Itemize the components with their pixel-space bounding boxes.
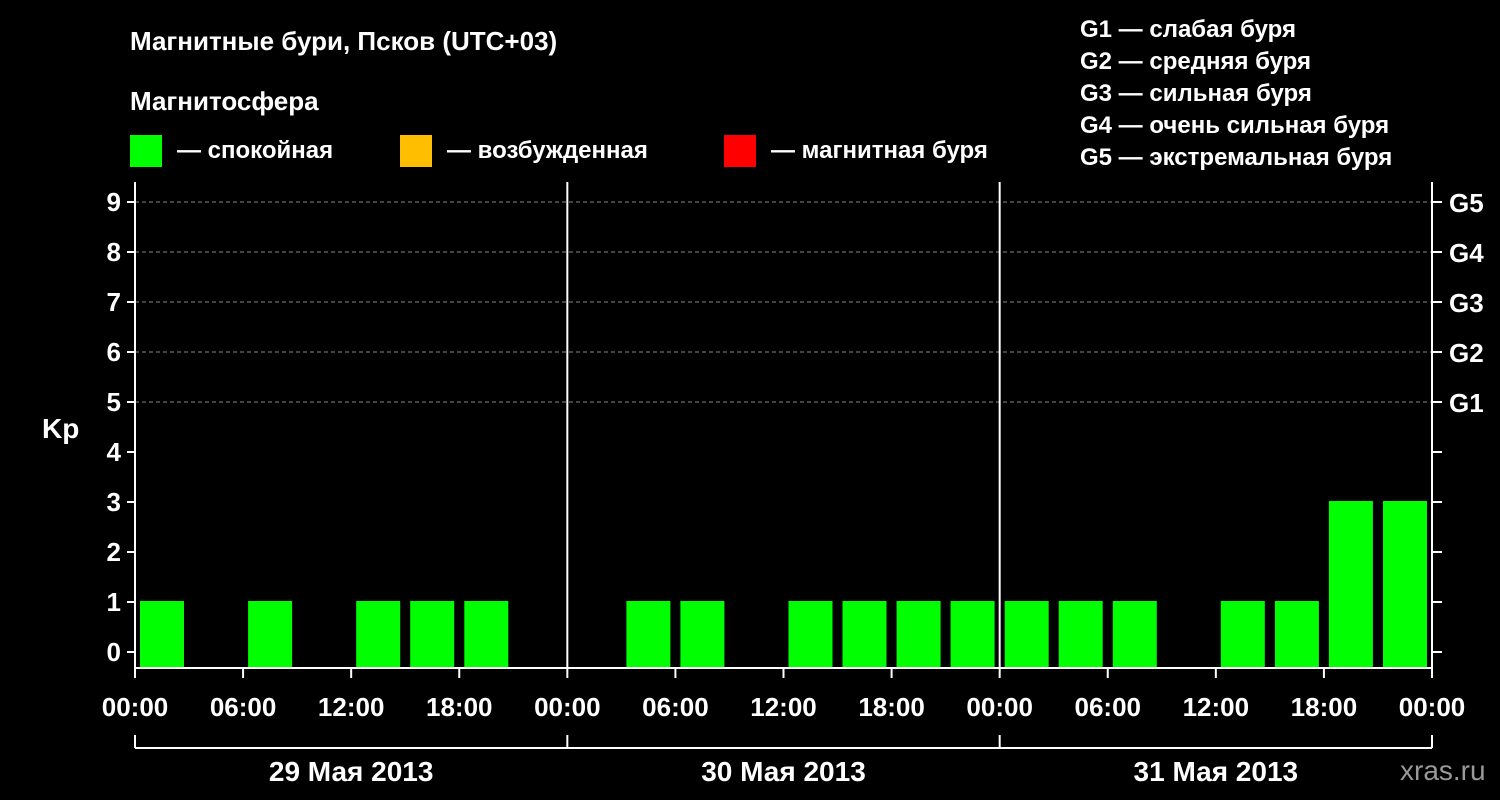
day-label-2: 31 Мая 2013 <box>1134 756 1299 787</box>
chart-title: Магнитные бури, Псков (UTC+03) <box>130 26 557 56</box>
right-tick-label-G2: G2 <box>1449 338 1484 368</box>
watermark: xras.ru <box>1400 755 1486 786</box>
bar-4 <box>356 601 401 668</box>
bar-9 <box>626 601 671 668</box>
right-tick-label-G1: G1 <box>1449 388 1484 418</box>
y-tick-label-1: 1 <box>107 587 121 617</box>
y-ticks: 0 1 2 3 4 5 6 7 8 9 <box>107 187 135 667</box>
day-label-0: 29 Мая 2013 <box>269 756 434 787</box>
g-legend-g1: G1 — слабая буря <box>1080 16 1296 43</box>
chart-header: Магнитные бури, Псков (UTC+03) Магнитосф… <box>130 16 1392 171</box>
x-tick-label-3: 18:00 <box>426 692 493 722</box>
y-tick-label-6: 6 <box>107 337 121 367</box>
legend-label-excited: — возбужденная <box>447 137 648 164</box>
right-tick-label-G3: G3 <box>1449 288 1484 318</box>
bar-0 <box>140 601 184 668</box>
bar-20 <box>1220 601 1265 668</box>
bar-10 <box>680 601 725 668</box>
bar-13 <box>842 601 887 668</box>
bar-14 <box>896 601 941 668</box>
y-tick-label-5: 5 <box>107 387 121 417</box>
right-ticks: G1 G2 G3 G4 G5 <box>1432 188 1484 653</box>
x-tick-label-1: 06:00 <box>210 692 277 722</box>
x-tick-label-12: 00:00 <box>1399 692 1466 722</box>
y-tick-label-8: 8 <box>107 237 121 267</box>
bar-16 <box>1004 601 1049 668</box>
legend-swatch-storm <box>724 135 756 167</box>
x-tick-label-5: 06:00 <box>642 692 709 722</box>
y-tick-label-7: 7 <box>107 287 121 317</box>
bar-17 <box>1058 601 1103 668</box>
bar-23 <box>1383 501 1427 668</box>
x-ticks: 00:00 06:00 12:00 18:00 00:00 06:00 12:00 18:00… <box>102 668 1466 722</box>
x-tick-label-2: 12:00 <box>318 692 385 722</box>
x-tick-label-0: 00:00 <box>102 692 169 722</box>
x-tick-label-11: 18:00 <box>1291 692 1358 722</box>
bar-18 <box>1112 601 1157 668</box>
g-legend-g2: G2 — средняя буря <box>1080 48 1311 75</box>
legend-swatch-excited <box>400 135 432 167</box>
right-tick-label-G5: G5 <box>1449 188 1484 218</box>
x-tick-label-7: 18:00 <box>858 692 925 722</box>
g-legend-g4: G4 — очень сильная буря <box>1080 112 1389 139</box>
bar-22 <box>1328 501 1373 668</box>
bar-6 <box>464 601 509 668</box>
grid-lines <box>135 201 1432 403</box>
x-tick-label-9: 06:00 <box>1075 692 1142 722</box>
g-legend-g5: G5 — экстремальная буря <box>1080 144 1392 171</box>
bar-15 <box>950 601 995 668</box>
y-tick-label-2: 2 <box>107 537 121 567</box>
bar-2 <box>248 601 293 668</box>
g-legend-g3: G3 — сильная буря <box>1080 80 1312 107</box>
x-tick-label-10: 12:00 <box>1183 692 1250 722</box>
legend-label-calm: — спокойная <box>177 137 333 164</box>
x-tick-label-6: 12:00 <box>750 692 817 722</box>
x-tick-label-8: 00:00 <box>966 692 1033 722</box>
y-tick-label-3: 3 <box>107 487 121 517</box>
bars <box>140 501 1427 668</box>
legend-label-storm: — магнитная буря <box>771 137 988 164</box>
kp-chart: Магнитные бури, Псков (UTC+03) Магнитосф… <box>42 16 1486 787</box>
bar-5 <box>410 601 455 668</box>
chart-subtitle: Магнитосфера <box>130 86 319 116</box>
x-tick-label-4: 00:00 <box>534 692 601 722</box>
y-tick-label-4: 4 <box>107 437 122 467</box>
plot-frame <box>134 182 1433 669</box>
y-axis-title: Kp <box>42 413 79 444</box>
bar-21 <box>1274 601 1319 668</box>
day-label-1: 30 Мая 2013 <box>701 756 866 787</box>
bar-12 <box>788 601 833 668</box>
right-tick-label-G4: G4 <box>1449 238 1484 268</box>
legend-swatch-calm <box>130 135 162 167</box>
y-tick-label-0: 0 <box>107 637 121 667</box>
y-tick-label-9: 9 <box>107 187 121 217</box>
day-labels: 29 Мая 2013 30 Мая 2013 31 Мая 2013 <box>134 735 1433 787</box>
